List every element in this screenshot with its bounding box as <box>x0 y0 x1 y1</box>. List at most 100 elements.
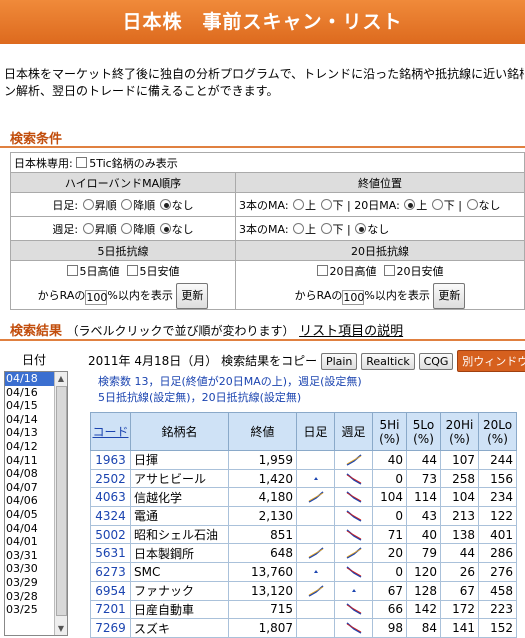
low20-checkbox[interactable] <box>383 265 395 276</box>
col-unit: (%) <box>413 431 434 446</box>
hi5-value: 20 <box>372 543 407 564</box>
col-weekly[interactable]: 週足 <box>334 412 373 451</box>
lo20-value: 156 <box>478 468 517 489</box>
table-row: 5002 昭和シェル石油 851 71 40 138 401 <box>90 524 517 545</box>
ma20-above-radio[interactable] <box>404 198 416 210</box>
ra-prefix: からRAの <box>37 289 86 302</box>
radio-label: なし <box>171 198 194 212</box>
new-window-button[interactable]: 別ウィンドウ表 <box>457 350 525 372</box>
update-button[interactable]: 更新 <box>176 283 209 309</box>
daily-label: 日足: <box>52 198 79 212</box>
table-row: 1963 日揮 1,959 40 44 107 244 <box>90 450 517 470</box>
result-info: 検索数 13，日足(終値が20日MAの上)，週足(設定無) 5日抵抗線(設定無)… <box>98 374 362 406</box>
ma3-above-radio[interactable] <box>293 198 305 210</box>
stock-code-link[interactable]: 7201 <box>90 599 131 620</box>
weekly-trend-icon <box>334 618 373 638</box>
hi20-value: 213 <box>440 506 479 526</box>
col-name[interactable]: 銘柄名 <box>130 412 229 451</box>
ma20-below-radio[interactable] <box>431 198 443 210</box>
scroll-up-icon[interactable]: ▲ <box>55 372 67 385</box>
ra-prefix: からRAの <box>294 289 343 302</box>
ma20-none-radio[interactable] <box>466 198 478 210</box>
close-price: 1,420 <box>228 468 297 489</box>
info-line: 検索数 13，日足(終値が20日MAの上)，週足(設定無) <box>98 375 362 388</box>
date-listbox[interactable]: 04/18 04/16 04/15 04/14 04/13 04/12 04/11 04/08… <box>4 371 68 636</box>
lo5-value: 44 <box>406 450 441 470</box>
col-lo20[interactable]: 20Lo (%) <box>478 412 517 451</box>
ra5-input[interactable]: 100 <box>85 290 108 305</box>
stock-code-link[interactable]: 7269 <box>90 618 131 638</box>
scrollbar[interactable]: ▲ ▼ <box>54 372 67 635</box>
stock-code-link[interactable]: 2502 <box>90 468 131 489</box>
w-ma3-above-radio[interactable] <box>293 222 305 234</box>
checkbox-label: 5日高値 <box>79 265 120 278</box>
hi5-value: 66 <box>372 599 407 620</box>
stock-code-link[interactable]: 5002 <box>90 524 131 545</box>
radio-label: なし <box>171 222 194 236</box>
stock-code-link[interactable]: 6273 <box>90 562 131 582</box>
tic-only-checkbox[interactable] <box>76 156 88 168</box>
plain-button[interactable]: Plain <box>320 353 358 370</box>
daily-trend-icon <box>296 618 335 638</box>
daily-trend-icon <box>296 487 335 508</box>
ra20-input[interactable]: 100 <box>342 290 365 305</box>
w-ma3-none-radio[interactable] <box>355 222 367 234</box>
weekly-up-radio[interactable] <box>82 222 94 234</box>
ma3-label: 3本のMA: <box>239 198 289 212</box>
hi5-value: 98 <box>372 618 407 638</box>
page-title: 日本株 事前スキャン・リスト <box>0 0 525 44</box>
daily-trend-icon <box>296 543 335 564</box>
stock-name: スズキ <box>130 618 229 638</box>
lo5-value: 40 <box>406 524 441 545</box>
daily-up-radio[interactable] <box>82 198 94 210</box>
table-row: 4063 信越化学 4,180 104 114 104 234 <box>90 487 517 508</box>
scroll-thumb[interactable] <box>56 386 67 616</box>
weekly-trend-icon <box>334 450 373 470</box>
w-ma3-below-radio[interactable] <box>320 222 332 234</box>
hi5-value: 0 <box>372 562 407 582</box>
weekly-down-radio[interactable] <box>121 222 133 234</box>
col-code-link[interactable]: コード <box>92 425 128 439</box>
lo20-value: 152 <box>478 618 517 638</box>
weekly-none-radio[interactable] <box>159 222 171 234</box>
explain-link[interactable]: リスト項目の説明 <box>299 324 403 339</box>
stock-name: アサヒビール <box>130 468 229 489</box>
lo20-value: 244 <box>478 450 517 470</box>
stock-code-link[interactable]: 4324 <box>90 506 131 526</box>
col-code[interactable]: コード <box>90 412 131 451</box>
col-daily[interactable]: 日足 <box>296 412 335 451</box>
stock-code-link[interactable]: 5631 <box>90 543 131 564</box>
daily-none-radio[interactable] <box>159 198 171 210</box>
daily-down-radio[interactable] <box>121 198 133 210</box>
weekly-trend-icon <box>334 468 373 489</box>
stock-name: SMC <box>130 562 229 582</box>
ma3-below-radio[interactable] <box>320 198 332 210</box>
col-hi5[interactable]: 5Hi (%) <box>372 412 407 451</box>
col-lo5[interactable]: 5Lo (%) <box>406 412 441 451</box>
col-hi20[interactable]: 20Hi (%) <box>440 412 479 451</box>
resist5-header: 5日抵抗線 <box>10 240 236 261</box>
high20-checkbox[interactable] <box>316 265 328 276</box>
update-button[interactable]: 更新 <box>433 283 466 309</box>
col-close[interactable]: 終値 <box>228 412 297 451</box>
stock-code-link[interactable]: 1963 <box>90 450 131 470</box>
low5-checkbox[interactable] <box>126 265 138 276</box>
results-title: 検索結果 <box>10 324 63 339</box>
table-row: 7201 日産自動車 715 66 142 172 223 <box>90 599 517 620</box>
copy-label: 検索結果をコピー <box>221 354 318 368</box>
daily-close-row: 3本のMA: 上 下 | 20日MA: 上 下 | なし <box>235 192 525 217</box>
radio-label: 下 <box>332 198 344 212</box>
realtick-button[interactable]: Realtick <box>361 353 415 370</box>
checkbox-label: 20日高値 <box>329 265 377 278</box>
hi20-value: 67 <box>440 580 479 601</box>
hi5-value: 104 <box>372 487 407 508</box>
weekly-trend-icon <box>334 506 373 526</box>
scroll-down-icon[interactable]: ▼ <box>55 622 67 635</box>
col-label: 20Hi <box>445 417 474 432</box>
stock-code-link[interactable]: 6954 <box>90 580 131 601</box>
high5-checkbox[interactable] <box>66 265 78 276</box>
radio-label: 降順 <box>133 198 156 212</box>
cqg-button[interactable]: CQG <box>418 353 454 370</box>
col-unit: (%) <box>379 431 400 446</box>
stock-code-link[interactable]: 4063 <box>90 487 131 508</box>
